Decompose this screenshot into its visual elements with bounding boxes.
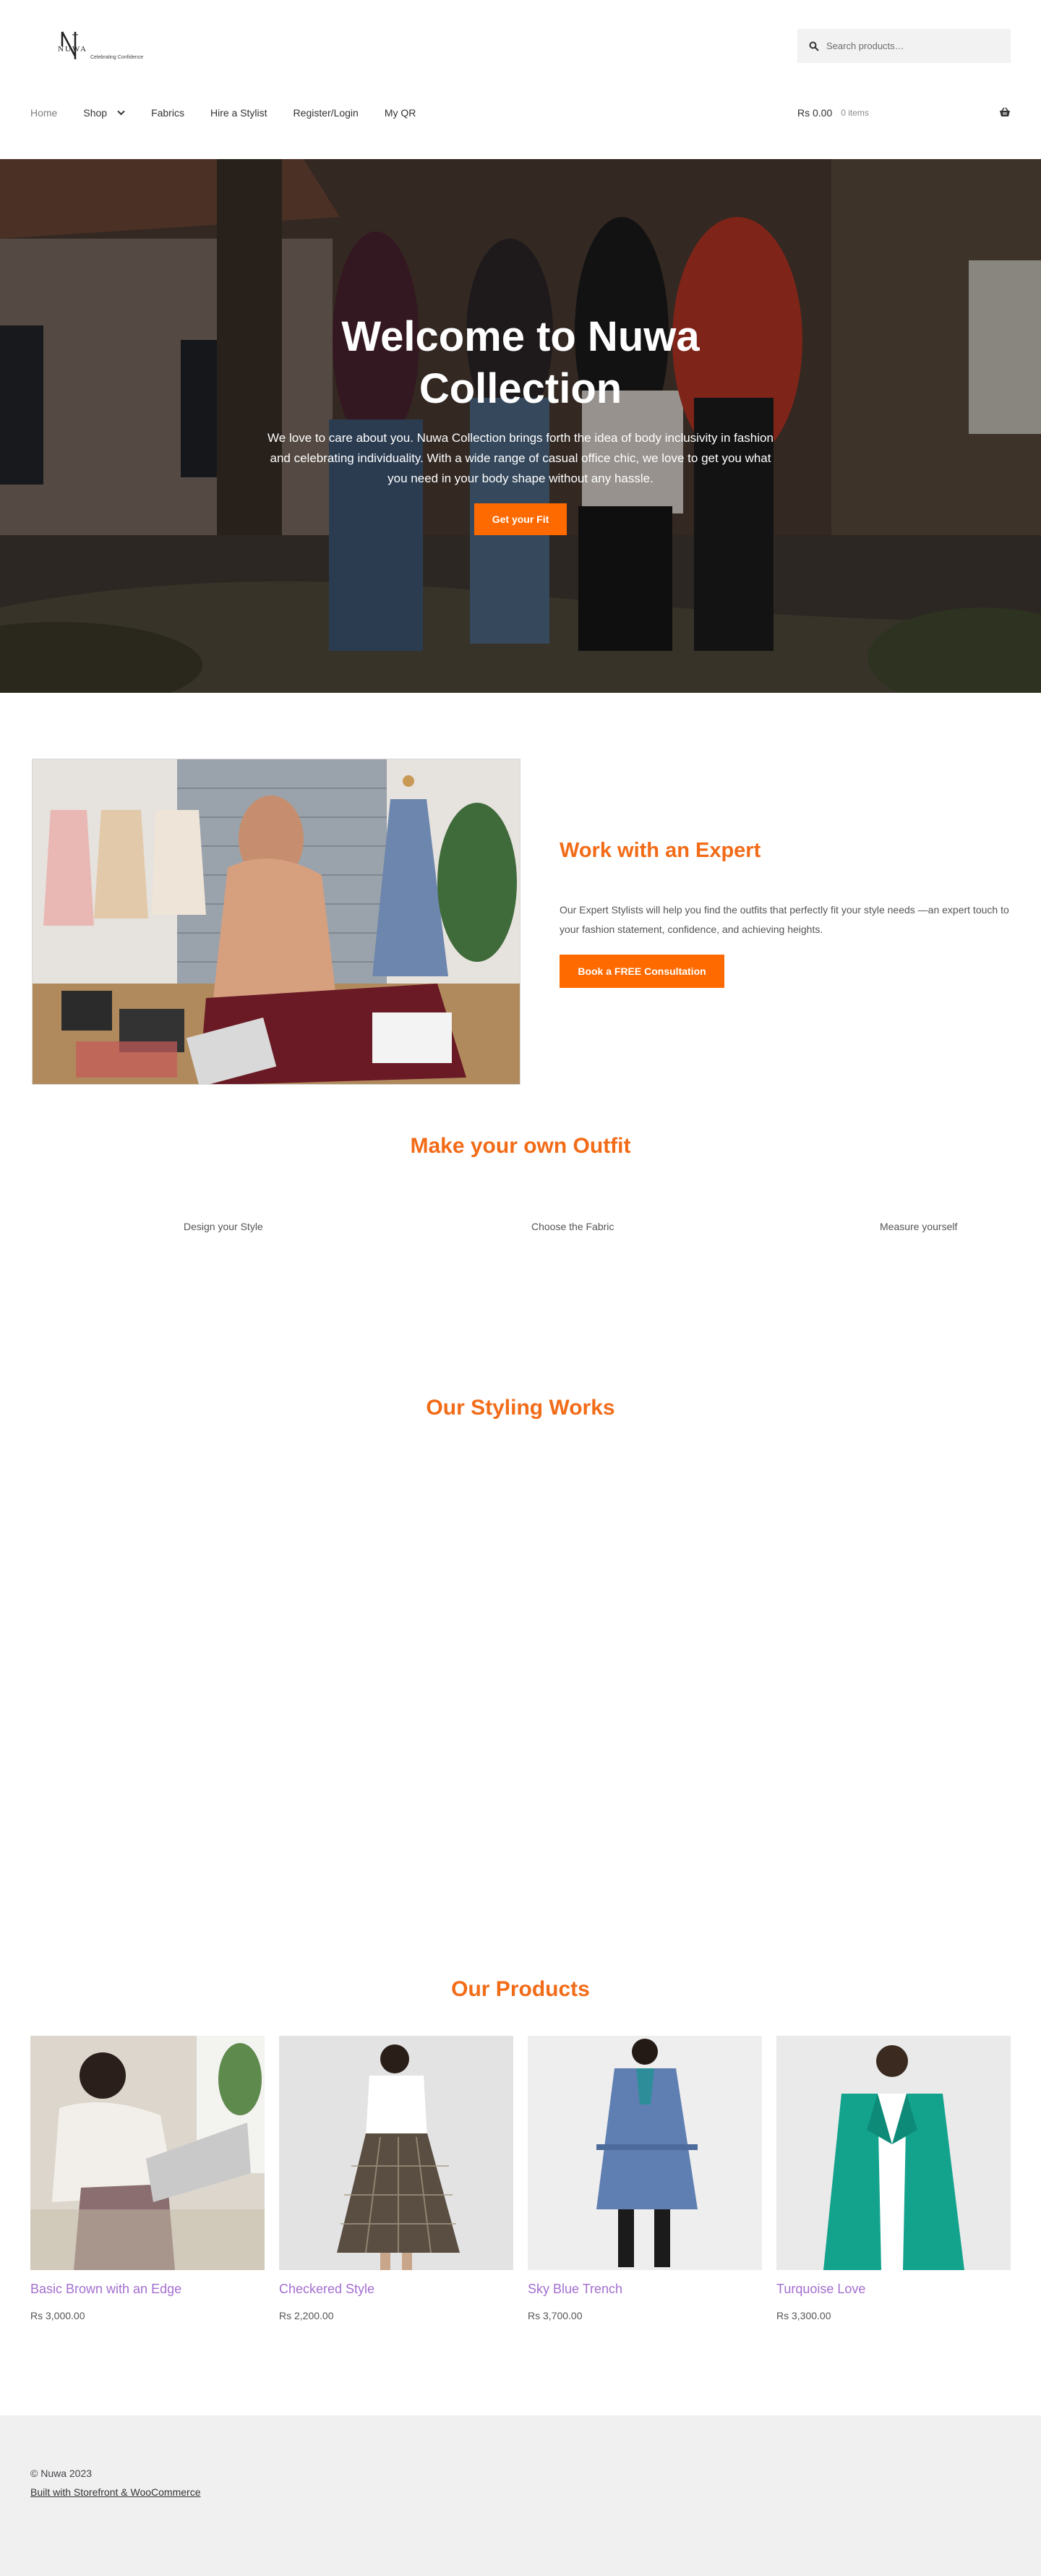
product-photo-basic-brown bbox=[30, 2036, 265, 2270]
product-image[interactable] bbox=[528, 2036, 762, 2270]
chevron-down-icon[interactable] bbox=[117, 110, 125, 116]
outfit-section-title: Make your own Outfit bbox=[410, 1134, 631, 1158]
product-card[interactable]: Basic Brown with an Edge Rs 3,000.00 bbox=[30, 2036, 265, 2321]
logo-n-mark bbox=[61, 31, 78, 59]
stylist-photo bbox=[33, 759, 520, 1084]
basket-icon[interactable] bbox=[999, 107, 1011, 117]
outfit-step-measure[interactable]: Measure yourself bbox=[880, 1221, 957, 1232]
product-price: Rs 2,200.00 bbox=[279, 2310, 334, 2321]
product-price: Rs 3,700.00 bbox=[528, 2310, 583, 2321]
product-image[interactable] bbox=[279, 2036, 513, 2270]
search-input[interactable] bbox=[826, 40, 1000, 51]
product-name[interactable]: Checkered Style bbox=[279, 2282, 513, 2297]
nav-register-login[interactable]: Register/Login bbox=[294, 107, 359, 119]
outfit-step-fabric[interactable]: Choose the Fabric bbox=[531, 1221, 614, 1232]
product-name[interactable]: Sky Blue Trench bbox=[528, 2282, 762, 2297]
product-image[interactable] bbox=[30, 2036, 265, 2270]
logo-brand-text: NUWA bbox=[58, 45, 87, 54]
primary-nav: Home Shop Fabrics Hire a Stylist Registe… bbox=[30, 104, 442, 121]
nav-fabrics[interactable]: Fabrics bbox=[151, 107, 184, 119]
nav-shop[interactable]: Shop bbox=[83, 107, 125, 119]
site-header: NUWA Celebrating Confidence Home Shop Fa… bbox=[0, 0, 1041, 159]
site-logo[interactable]: NUWA Celebrating Confidence bbox=[56, 27, 150, 68]
footer-credit-link[interactable]: Built with Storefront & WooCommerce bbox=[30, 2486, 201, 2498]
logo-tagline: Celebrating Confidence bbox=[90, 55, 144, 60]
hero-content: Welcome to Nuwa Collection We love to ca… bbox=[267, 311, 774, 535]
product-name[interactable]: Basic Brown with an Edge bbox=[30, 2282, 265, 2297]
nav-my-qr[interactable]: My QR bbox=[385, 107, 416, 119]
hero-banner: Welcome to Nuwa Collection We love to ca… bbox=[0, 159, 1041, 693]
product-photo-turquoise-love bbox=[776, 2036, 1011, 2270]
product-photo-sky-blue-trench bbox=[528, 2036, 762, 2270]
hero-title: Welcome to Nuwa Collection bbox=[341, 313, 700, 412]
styling-section-title: Our Styling Works bbox=[426, 1396, 615, 1420]
cart-count: 0 items bbox=[841, 108, 869, 118]
products-section-title: Our Products bbox=[451, 1977, 590, 2001]
product-card[interactable]: Checkered Style Rs 2,200.00 bbox=[279, 2036, 513, 2321]
product-search bbox=[797, 29, 1011, 63]
nav-hire-stylist[interactable]: Hire a Stylist bbox=[210, 107, 267, 119]
product-price: Rs 3,000.00 bbox=[30, 2310, 85, 2321]
product-name[interactable]: Turquoise Love bbox=[776, 2282, 1011, 2297]
product-photo-checkered-style bbox=[279, 2036, 513, 2270]
cart-amount: Rs 0.00 bbox=[797, 107, 833, 119]
site-footer: © Nuwa 2023 Built with Storefront & WooC… bbox=[0, 2415, 1041, 2576]
expert-description: Our Expert Stylists will help you find t… bbox=[560, 904, 1009, 935]
stylist-at-work-image bbox=[32, 759, 520, 1085]
nav-shop-label: Shop bbox=[83, 107, 108, 119]
get-your-fit-button[interactable]: Get your Fit bbox=[474, 503, 567, 535]
book-consultation-button[interactable]: Book a FREE Consultation bbox=[560, 955, 724, 988]
product-card[interactable]: Turquoise Love Rs 3,300.00 bbox=[776, 2036, 1011, 2321]
product-card[interactable]: Sky Blue Trench Rs 3,700.00 bbox=[528, 2036, 762, 2321]
search-icon bbox=[809, 41, 819, 51]
footer-copyright: © Nuwa 2023 bbox=[30, 2468, 93, 2479]
product-price: Rs 3,300.00 bbox=[776, 2310, 831, 2321]
outfit-step-design[interactable]: Design your Style bbox=[184, 1221, 263, 1232]
hero-description: We love to care about you. Nuwa Collecti… bbox=[267, 431, 774, 485]
mini-cart[interactable]: Rs 0.00 0 items bbox=[797, 104, 1011, 121]
product-image[interactable] bbox=[776, 2036, 1011, 2270]
expert-title: Work with an Expert bbox=[560, 839, 761, 862]
nav-home[interactable]: Home bbox=[30, 107, 57, 119]
